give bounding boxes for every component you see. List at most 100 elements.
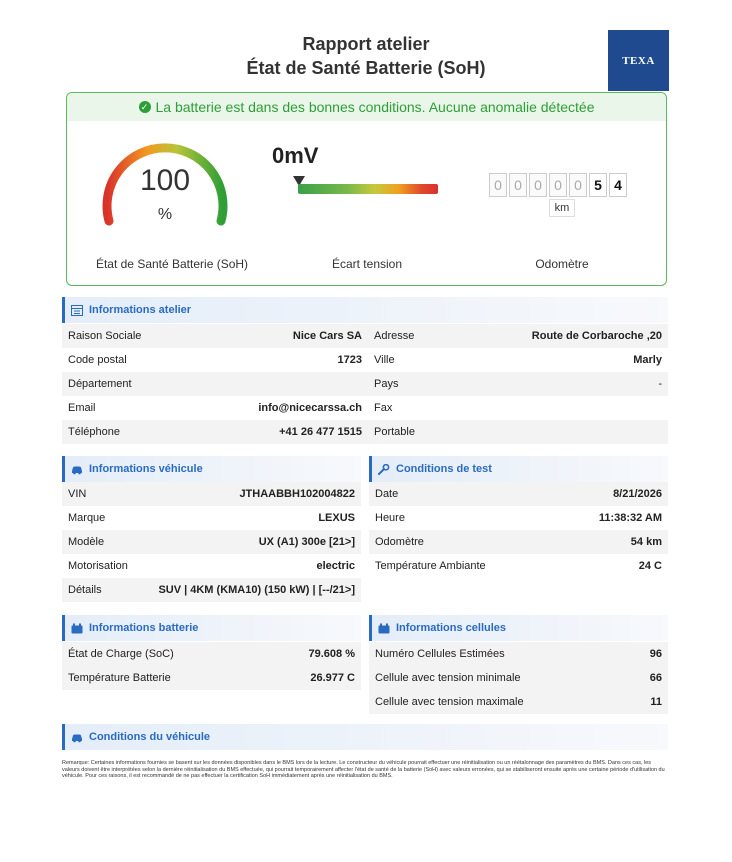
field-value: electric (316, 560, 355, 572)
odometer-digit: 5 (589, 173, 607, 197)
field-value: 96 (649, 648, 662, 660)
field-label: Ville (374, 354, 395, 366)
batterie-table: État de Charge (SoC) 79.608 % Température… (62, 642, 361, 690)
odometer-digit: 0 (509, 173, 527, 197)
field-label: Odomètre (375, 536, 424, 548)
table-row: Marque LEXUS (62, 506, 361, 530)
field-label: Téléphone (68, 426, 120, 438)
check-circle-icon: ✓ (138, 101, 151, 113)
car-battery-icon (72, 734, 82, 742)
odometer-unit: km (549, 199, 575, 217)
field-value (662, 426, 668, 438)
field-value: 54 km (630, 536, 662, 548)
section-title: Conditions du véhicule (89, 731, 211, 743)
building-icon (71, 304, 83, 316)
field-label: Raison Sociale (68, 330, 142, 342)
field-label: VIN (68, 488, 87, 500)
field-value: Route de Corbaroche ,20 (531, 330, 662, 342)
odometer-display: 0 0 0 0 0 5 4 (489, 173, 629, 197)
table-row: Code postal 1723 Ville Marly (62, 348, 668, 372)
soh-value: 100 (139, 164, 191, 197)
battery-icon (71, 623, 83, 633)
table-row: État de Charge (SoC) 79.608 % (62, 642, 361, 666)
field-value: 66 (649, 672, 662, 684)
table-row: Date 8/21/2026 (369, 482, 668, 506)
field-value: 79.608 % (308, 648, 355, 660)
table-row: Heure 11:38:32 AM (369, 506, 668, 530)
field-value: 8/21/2026 (613, 488, 662, 500)
field-value: 24 C (638, 560, 662, 572)
test-table: Date 8/21/2026 Heure 11:38:32 AM Odomètre 5… (369, 482, 668, 578)
cells-icon (378, 623, 390, 633)
field-value: Nice Cars SA (292, 330, 362, 342)
soh-label: État de Santé Batterie (SoH) (95, 257, 249, 271)
section-header-conditions: Conditions du véhicule (62, 724, 668, 750)
field-value: +41 26 477 1515 (279, 426, 362, 438)
field-label: Fax (374, 402, 393, 414)
field-label: Numéro Cellules Estimées (375, 648, 505, 660)
field-label: Heure (375, 512, 405, 524)
disclaimer-note: Remarque: Certaines informations fournie… (62, 760, 665, 779)
section-title: Informations véhicule (89, 463, 203, 475)
field-label: Cellule avec tension maximale (375, 696, 524, 708)
section-header-atelier: Informations atelier (62, 297, 668, 323)
field-label: Adresse (374, 330, 415, 342)
field-label: Email (68, 402, 96, 414)
field-label: Cellule avec tension minimale (375, 672, 521, 684)
field-label: État de Charge (SoC) (68, 648, 174, 660)
texa-logo: TEXA (608, 30, 669, 91)
soh-unit: % (157, 206, 173, 223)
table-row: Température Batterie 26.977 C (62, 666, 361, 690)
status-banner: ✓ La batterie est dans des bonnes condit… (67, 93, 666, 121)
field-label: Modèle (68, 536, 105, 548)
field-value: LEXUS (318, 512, 355, 524)
table-row: Département Pays - (62, 372, 668, 396)
field-label: Pays (374, 378, 399, 390)
field-value: - (658, 378, 662, 390)
odometer-digit: 0 (529, 173, 547, 197)
section-title: Conditions de test (396, 463, 492, 475)
field-label: Date (375, 488, 399, 500)
table-row: VIN JTHAABBH102004822 (62, 482, 361, 506)
odometer-digit: 4 (609, 173, 627, 197)
section-header-cellules: Informations cellules (369, 615, 668, 641)
table-row: Détails SUV | 4KM (KMA10) (150 kW) | [--/… (62, 578, 361, 602)
table-row: Email info@nicecarssa.ch Fax (62, 396, 668, 420)
odometer-label: Odomètre (535, 257, 589, 271)
field-label: Température Ambiante (375, 560, 486, 572)
field-value: 26.977 C (310, 672, 355, 684)
field-value: info@nicecarssa.ch (258, 402, 362, 414)
field-value: JTHAABBH102004822 (239, 488, 355, 500)
section-title: Informations batterie (89, 622, 199, 634)
odometer-digit: 0 (489, 173, 507, 197)
field-label: Détails (68, 584, 102, 596)
table-row: Température Ambiante 24 C (369, 554, 668, 578)
table-row: Cellule avec tension minimale 66 (369, 666, 668, 690)
field-value: Marly (633, 354, 662, 366)
table-row: Numéro Cellules Estimées 96 (369, 642, 668, 666)
section-header-batterie: Informations batterie (62, 615, 361, 641)
voltage-bar (298, 184, 438, 194)
field-value: 11:38:32 AM (598, 512, 662, 524)
table-row: Cellule avec tension maximale 11 (369, 690, 668, 714)
table-row: Motorisation electric (62, 554, 361, 578)
section-title: Informations cellules (396, 622, 507, 634)
section-header-vehicule: Informations véhicule (62, 456, 361, 482)
field-label: Motorisation (68, 560, 128, 572)
section-header-test: Conditions de test (369, 456, 668, 482)
field-value: UX (A1) 300e [21>] (258, 536, 355, 548)
section-title: Informations atelier (89, 304, 192, 316)
atelier-table: Raison Sociale Nice Cars SA Adresse Route … (62, 324, 668, 444)
field-value (662, 402, 668, 414)
vehicule-table: VIN JTHAABBH102004822 Marque LEXUS Modèle U… (62, 482, 361, 602)
field-label: Marque (68, 512, 106, 524)
field-label: Température Batterie (68, 672, 171, 684)
field-value: 11 (650, 696, 662, 708)
odometer-digit: 0 (549, 173, 567, 197)
cellules-table: Numéro Cellules Estimées 96 Cellule avec … (369, 642, 668, 714)
car-icon (72, 466, 82, 474)
table-row: Téléphone +41 26 477 1515 Portable (62, 420, 668, 444)
field-value: 1723 (337, 354, 362, 366)
odometer-digit: 0 (569, 173, 587, 197)
table-row: Odomètre 54 km (369, 530, 668, 554)
